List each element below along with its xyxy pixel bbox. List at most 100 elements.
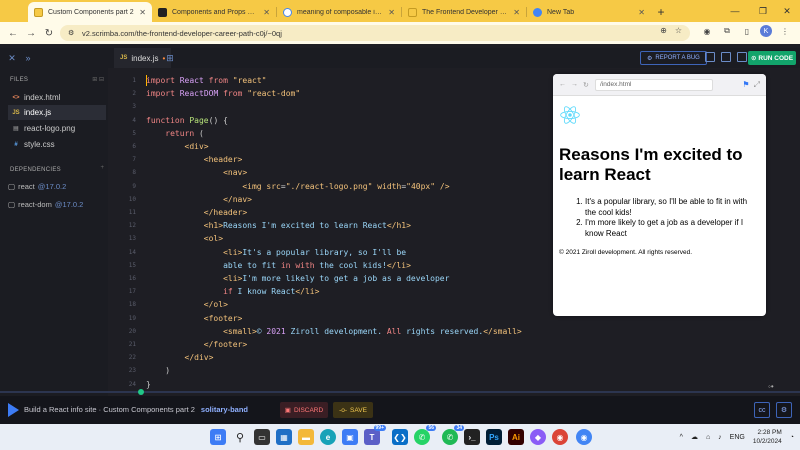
puzzle-icon[interactable]: ⧉ — [720, 24, 734, 38]
code-line[interactable]: </nav> — [146, 193, 252, 206]
code-line[interactable]: <nav> — [146, 166, 247, 179]
minimize-icon[interactable]: — — [720, 0, 750, 22]
code-line[interactable]: } — [146, 378, 151, 391]
sidebar-item-index-js[interactable]: JS index.js — [8, 105, 106, 120]
pin-icon[interactable]: ⚑ — [742, 80, 749, 89]
code-line[interactable]: return ( — [146, 127, 204, 140]
collapse-icon[interactable]: » — [22, 52, 34, 64]
dependency-react-dom[interactable]: ▢ react-dom @17.0.2 — [8, 200, 83, 209]
browser-tab[interactable]: The Frontend Developer Career ✕ — [402, 2, 526, 22]
volume-icon[interactable]: ♪ — [718, 434, 722, 441]
windows-start-icon[interactable]: ⊞ — [210, 429, 226, 445]
add-dependency-icon[interactable]: + — [100, 165, 104, 171]
network-icon[interactable]: ⌂ — [706, 434, 710, 441]
close-icon[interactable]: ✕ — [263, 8, 270, 17]
clock[interactable]: 2:28 PM 10/2/2024 — [753, 428, 782, 446]
code-line[interactable]: </ol> — [146, 298, 228, 311]
settings-icon[interactable]: ⚙ — [776, 402, 792, 418]
menu-icon[interactable]: ⋮ — [778, 24, 792, 38]
cloud-icon[interactable]: ☁ — [691, 433, 698, 441]
code-line[interactable]: <li>It's a popular library, so I'll be — [146, 246, 406, 259]
chevron-up-icon[interactable]: ^ — [680, 434, 683, 441]
teams-icon[interactable]: T 99+ — [364, 425, 386, 445]
run-code-button[interactable]: ⊙ RUN CODE — [748, 51, 796, 65]
browser-tab[interactable]: Components and Props – React ✕ — [152, 2, 276, 22]
store-icon[interactable]: ▣ — [342, 429, 358, 445]
file-tab-index-js[interactable]: JS index.js • — [114, 48, 172, 68]
whatsapp-icon[interactable]: ✆ 56 — [414, 425, 436, 445]
code-line[interactable]: <img src="./react-logo.png" width="40px"… — [146, 180, 449, 193]
zoom-icon[interactable]: ⊕ — [660, 26, 667, 35]
vscode-icon[interactable]: ❮❯ — [392, 429, 408, 445]
code-line[interactable]: <footer> — [146, 312, 243, 325]
sidebar-icon[interactable]: ▯ — [740, 24, 754, 38]
code-line[interactable]: import ReactDOM from "react-dom" — [146, 87, 300, 100]
task-view-icon[interactable]: ▭ — [254, 429, 270, 445]
new-file-icon[interactable]: ⊞ — [164, 52, 176, 64]
chrome-icon[interactable]: ◉ — [552, 429, 568, 445]
play-icon[interactable] — [8, 403, 19, 417]
preview-url-input[interactable]: /index.html — [595, 78, 713, 91]
close-icon[interactable]: ✕ — [388, 8, 395, 17]
sidebar-item-react-logo[interactable]: ▤ react-logo.png — [8, 121, 106, 136]
close-panel-icon[interactable]: ✕ — [6, 52, 18, 64]
close-icon[interactable]: ✕ — [638, 8, 645, 17]
sidebar-item-index-html[interactable]: <> index.html — [8, 90, 106, 105]
code-line[interactable]: <li>I'm more likely to get a job as a de… — [146, 272, 449, 285]
code-line[interactable]: <h1>Reasons I'm excited to learn React</… — [146, 219, 411, 232]
file-explorer-icon[interactable]: ▬ — [298, 429, 314, 445]
code-line[interactable]: </div> — [146, 351, 214, 364]
code-line[interactable]: <ol> — [146, 232, 223, 245]
branch-name[interactable]: solitary-band — [201, 405, 248, 414]
captions-icon[interactable]: cc — [754, 402, 770, 418]
code-line[interactable]: able to fit in with the cool kids!</li> — [146, 259, 411, 272]
code-line[interactable]: <small>© 2021 Ziroll development. All ri… — [146, 325, 522, 338]
back-icon[interactable]: ← — [4, 24, 22, 42]
sidebar-item-style-css[interactable]: # style.css — [8, 137, 106, 152]
code-line[interactable]: if I know React</li> — [146, 285, 319, 298]
browser-tab[interactable]: Custom Components part 2 ✕ — [28, 2, 152, 22]
maximize-icon[interactable]: ⤢ — [754, 80, 760, 90]
layout-preview-icon[interactable] — [737, 52, 747, 62]
forward-icon[interactable]: → — [22, 24, 40, 42]
timeline-handle[interactable] — [138, 389, 144, 395]
new-file-icons[interactable]: ⊞ ⊟ — [92, 76, 104, 83]
code-line[interactable]: <header> — [146, 153, 243, 166]
app-icon[interactable]: ◆ — [530, 429, 546, 445]
terminal-icon[interactable]: ›_ — [464, 429, 480, 445]
search-icon[interactable]: ⚲ — [232, 429, 248, 445]
illustrator-icon[interactable]: Ai — [508, 429, 524, 445]
code-line[interactable]: <div> — [146, 140, 209, 153]
code-line[interactable]: </footer> — [146, 338, 247, 351]
preview-reload-icon[interactable]: ↻ — [583, 81, 591, 89]
save-button[interactable]: -o- SAVE — [333, 402, 373, 418]
url-input[interactable]: ⚙ v2.scrimba.com/the-frontend-developer-… — [60, 25, 690, 41]
whatsapp-business-icon[interactable]: ✆ 34 — [442, 425, 464, 445]
site-info-icon[interactable]: ⚙ — [68, 29, 76, 37]
code-line[interactable]: ) — [146, 364, 170, 377]
preview-forward-icon[interactable]: → — [571, 81, 579, 88]
discard-button[interactable]: ▣ DISCARD — [280, 402, 328, 418]
language-indicator[interactable]: ENG — [730, 434, 745, 441]
browser-tab[interactable]: New Tab ✕ — [527, 2, 651, 22]
close-icon[interactable]: ✕ — [513, 8, 520, 17]
edge-icon[interactable]: e — [320, 429, 336, 445]
photoshop-icon[interactable]: Ps — [486, 429, 502, 445]
close-window-icon[interactable]: ✕ — [772, 0, 800, 22]
chrome-profile-icon[interactable]: ◉ — [576, 429, 592, 445]
code-line[interactable]: import React from "react" — [146, 74, 266, 87]
profile-avatar[interactable]: K — [760, 25, 772, 37]
preview-back-icon[interactable]: ← — [559, 81, 567, 88]
browser-tab[interactable]: meaning of composable in react ✕ — [277, 2, 401, 22]
new-tab-button[interactable]: + — [651, 2, 671, 22]
code-line[interactable]: function Page() { — [146, 114, 228, 127]
layout-split-icon[interactable] — [721, 52, 731, 62]
notification-bell-icon[interactable]: ◔ — [790, 434, 794, 441]
widgets-icon[interactable]: ▦ — [276, 429, 292, 445]
close-icon[interactable]: ✕ — [139, 8, 146, 17]
dependency-react[interactable]: ▢ react @17.0.2 — [8, 182, 66, 191]
code-line[interactable]: </header> — [146, 206, 247, 219]
report-bug-button[interactable]: ⚙ REPORT A BUG — [640, 51, 707, 65]
breadcrumb-course[interactable]: Build a React info site · Custom Compone… — [24, 405, 195, 414]
layout-editor-icon[interactable] — [705, 52, 715, 62]
